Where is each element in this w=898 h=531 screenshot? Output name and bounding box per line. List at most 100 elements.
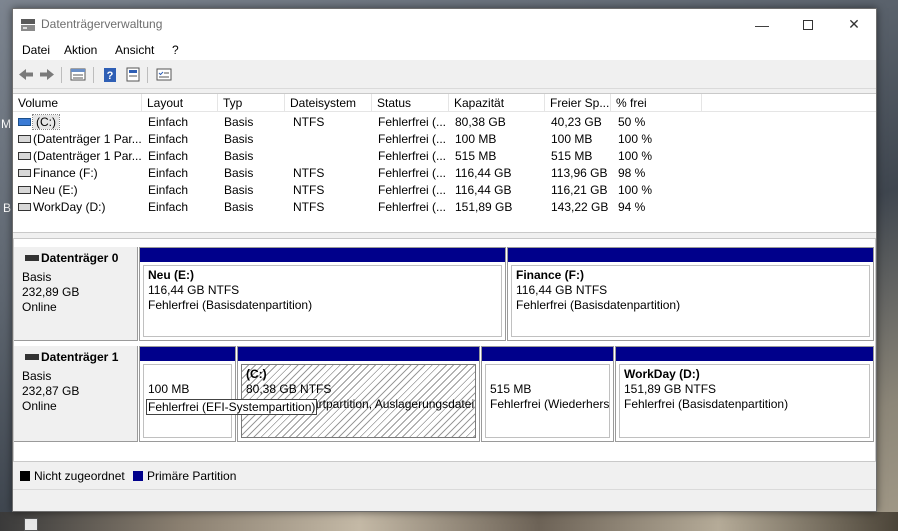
volume-list-header: Volume Layout Typ Dateisystem Status Kap… [13, 94, 876, 112]
close-button[interactable]: ✕ [831, 9, 877, 40]
volume-status: Fehlerfrei (... [378, 149, 447, 163]
volume-type: Basis [224, 183, 254, 197]
disk-graphical-view: Datenträger 0 Basis 232,89 GB Online Neu… [13, 238, 876, 462]
menu-help[interactable]: ? [172, 43, 179, 57]
volume-free-space: 40,23 GB [551, 115, 602, 129]
forward-arrow-icon[interactable] [38, 66, 56, 83]
desktop-text-fragment: M [1, 117, 11, 131]
partition-title: Finance (F:) [516, 268, 584, 282]
primary-partition-bar [508, 248, 873, 262]
volume-name: (Datenträger 1 Par... [33, 149, 141, 163]
disk-icon [25, 354, 39, 360]
disk-type: Basis [22, 270, 52, 284]
checklist-icon[interactable] [155, 66, 173, 83]
column-header-volume[interactable]: Volume [13, 94, 142, 112]
legend-label-unallocated: Nicht zugeordnet [34, 469, 125, 483]
back-arrow-icon[interactable] [17, 66, 35, 83]
toolbar-separator [147, 67, 148, 83]
volume-capacity: 116,44 GB [455, 183, 512, 197]
menu-aktion[interactable]: Aktion [64, 43, 97, 57]
close-icon: ✕ [848, 16, 860, 32]
partition-size: 515 MB [490, 382, 532, 396]
partition-title: WorkDay (D:) [624, 367, 700, 381]
primary-partition-bar [238, 347, 479, 361]
legend-label-primary: Primäre Partition [147, 469, 237, 483]
partition-status: Fehlerfrei (Basisdatenpartition) [148, 298, 313, 312]
primary-partition-bar [616, 347, 873, 361]
volume-name: WorkDay (D:) [33, 200, 106, 214]
disk-1-label[interactable]: Datenträger 1 Basis 232,87 GB Online [14, 346, 138, 442]
desktop-bottom-strip [0, 512, 898, 531]
column-header-typ[interactable]: Typ [218, 94, 285, 112]
minimize-icon: — [755, 16, 769, 33]
volume-type: Basis [224, 115, 254, 129]
column-header-prozent-frei[interactable]: % frei [611, 94, 702, 112]
column-header-layout[interactable]: Layout [142, 94, 218, 112]
menu-ansicht[interactable]: Ansicht [115, 43, 154, 57]
volume-type: Basis [224, 166, 254, 180]
partition-size: 151,89 GB NTFS [624, 382, 717, 396]
volume-row[interactable]: Neu (E:) Einfach Basis NTFS Fehlerfrei (… [13, 182, 876, 199]
partition-recovery[interactable]: 515 MB Fehlerfrei (Wiederherst [481, 346, 614, 442]
disk-name: Datenträger 1 [41, 350, 119, 364]
legend-swatch-primary [133, 471, 143, 481]
volume-row[interactable]: (C:) Einfach Basis NTFS Fehlerfrei (... … [13, 114, 876, 131]
volume-icon [18, 203, 31, 211]
partition-workday-d[interactable]: WorkDay (D:) 151,89 GB NTFS Fehlerfrei (… [615, 346, 874, 442]
partition-body: 515 MB Fehlerfrei (Wiederherst [485, 364, 610, 438]
maximize-button[interactable] [785, 9, 831, 40]
efi-status-tooltip: Fehlerfrei (EFI-Systempartition) [146, 399, 318, 415]
volume-percent-free: 100 % [618, 132, 653, 146]
volume-icon [18, 135, 31, 143]
help-icon[interactable]: ? [101, 66, 119, 83]
volume-layout: Einfach [148, 132, 189, 146]
volume-row[interactable]: (Datenträger 1 Par... Einfach Basis Fehl… [13, 148, 876, 165]
partition-title: Neu (E:) [148, 268, 194, 282]
partition-finance-f[interactable]: Finance (F:) 116,44 GB NTFS Fehlerfrei (… [507, 247, 874, 341]
volume-type: Basis [224, 200, 254, 214]
volume-type: Basis [224, 132, 254, 146]
desktop-shortcut-icon[interactable] [24, 518, 38, 531]
title-bar[interactable]: Datenträgerverwaltung — ✕ [13, 9, 876, 40]
partition-neu-e[interactable]: Neu (E:) 116,44 GB NTFS Fehlerfrei (Basi… [139, 247, 506, 341]
partition-size: 80,38 GB NTFS [246, 382, 332, 396]
disk-name: Datenträger 0 [41, 251, 119, 265]
volume-icon [18, 186, 31, 194]
svg-text:?: ? [107, 70, 114, 82]
partition-body: Finance (F:) 116,44 GB NTFS Fehlerfrei (… [511, 265, 870, 337]
volume-row[interactable]: Finance (F:) Einfach Basis NTFS Fehlerfr… [13, 165, 876, 182]
column-header-dateisystem[interactable]: Dateisystem [285, 94, 372, 112]
volume-filesystem: NTFS [293, 166, 325, 180]
volume-name: Neu (E:) [33, 183, 78, 197]
partition-size: 116,44 GB NTFS [516, 283, 608, 297]
partition-efi[interactable]: 100 MB [139, 346, 236, 442]
volume-status: Fehlerfrei (... [378, 200, 447, 214]
volume-row[interactable]: (Datenträger 1 Par... Einfach Basis Fehl… [13, 131, 876, 148]
volume-name: Finance (F:) [33, 166, 98, 180]
disk-state: Online [22, 300, 57, 314]
column-header-kapazitaet[interactable]: Kapazität [449, 94, 545, 112]
volume-layout: Einfach [148, 166, 189, 180]
disk-size: 232,89 GB [22, 285, 80, 299]
minimize-button[interactable]: — [739, 9, 785, 40]
partition-body: Neu (E:) 116,44 GB NTFS Fehlerfrei (Basi… [143, 265, 502, 337]
menu-datei[interactable]: Datei [22, 43, 50, 57]
properties-icon[interactable] [124, 66, 142, 83]
volume-status: Fehlerfrei (... [378, 183, 447, 197]
column-header-freier-speicher[interactable]: Freier Sp... [545, 94, 611, 112]
volume-free-space: 100 MB [551, 132, 593, 146]
volume-list-icon[interactable] [69, 66, 87, 83]
desktop-text-fragment: B [3, 201, 12, 215]
volume-status: Fehlerfrei (... [378, 166, 447, 180]
partition-c[interactable]: (C:) 80,38 GB NTFS artpartition, Auslage… [237, 346, 480, 442]
volume-percent-free: 100 % [618, 149, 653, 163]
volume-row[interactable]: WorkDay (D:) Einfach Basis NTFS Fehlerfr… [13, 199, 876, 216]
disk-management-window: Datenträgerverwaltung — ✕ Datei Aktion A… [12, 8, 877, 512]
column-header-status[interactable]: Status [372, 94, 449, 112]
partition-status: artpartition, Auslagerungsdatei [312, 397, 475, 411]
disk-0-label[interactable]: Datenträger 0 Basis 232,89 GB Online [14, 247, 138, 341]
partition-body: WorkDay (D:) 151,89 GB NTFS Fehlerfrei (… [619, 364, 870, 438]
volume-free-space: 113,96 GB [551, 166, 608, 180]
toolbar-separator [61, 67, 62, 83]
volume-status: Fehlerfrei (... [378, 115, 447, 129]
